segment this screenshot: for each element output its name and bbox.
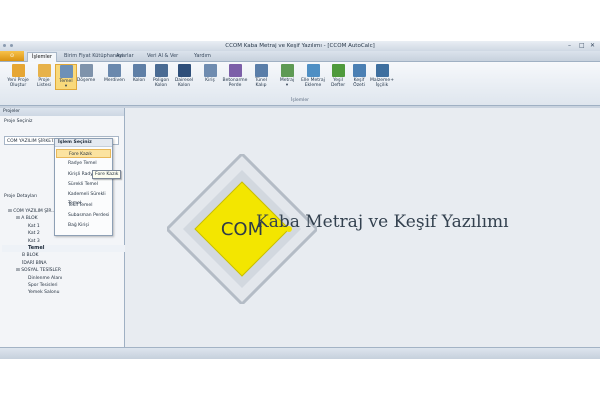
ribbon-button-label: Elle Metraj Ekleme: [301, 78, 325, 88]
ribbon-button-10[interactable]: Tünel Kalıp: [251, 64, 271, 88]
tunnel-form-icon: [254, 64, 268, 77]
ribbon-button-0[interactable]: Yeni Proje Oluştur: [4, 64, 32, 88]
ribbon-button-label: Kolon: [132, 78, 146, 83]
ribbon-button-9[interactable]: Betonarme Perde: [221, 64, 249, 88]
ribbon-button-label: Tünel Kalıp: [255, 78, 267, 88]
tree-item[interactable]: Kat 2: [2, 230, 40, 237]
ribbon-button-8[interactable]: Kiriş: [200, 64, 220, 83]
project-select-label: Proje Seçiniz: [4, 119, 33, 124]
window-title: CCOM Kaba Metraj ve Keşif Yazılımı - [CC…: [225, 43, 375, 49]
polygon-column-icon: [154, 64, 168, 77]
ribbon-button-label: Metraj ▾: [279, 78, 295, 88]
ribbon-button-label: Yeşil Defter: [330, 78, 346, 88]
stairs-icon: [107, 64, 121, 77]
menu-item[interactable]: Subasman Perdesi: [56, 211, 111, 220]
tree-item[interactable]: ⊟ SOSYAL TESİSLER: [2, 267, 61, 274]
menu-item[interactable]: Tekil Temel: [56, 201, 111, 210]
ribbon-button-label: Poligon Kolon: [152, 78, 170, 88]
tree-item[interactable]: Dinlenme Alanı: [2, 275, 62, 282]
panel-header: Projeler: [0, 108, 124, 116]
tree-item[interactable]: Kat 1: [2, 223, 40, 230]
tree-item[interactable]: ⊟ A BLOK: [2, 215, 38, 222]
material-labor-icon: [375, 64, 389, 77]
foundation-grid-icon: [59, 65, 73, 78]
menu-item[interactable]: Bağ Kirişi: [56, 221, 111, 230]
ribbon-button-13[interactable]: Yeşil Defter: [328, 64, 348, 88]
menu-item[interactable]: Sürekli Temel: [56, 180, 111, 189]
tab-veri-al-ver[interactable]: Veri Al & Ver: [143, 52, 182, 61]
ribbon-button-6[interactable]: Poligon Kolon: [151, 64, 171, 88]
estimate-summary-icon: [352, 64, 366, 77]
project-details-label: Proje Detayları: [4, 194, 38, 199]
ribbon-button-label: Yeni Proje Oluştur: [7, 78, 29, 88]
ribbon-button-12[interactable]: Elle Metraj Ekleme: [299, 64, 327, 88]
workspace: COM Kaba Metraj ve Keşif Yazılımı: [125, 108, 600, 358]
ribbon-tabs: ⊙ İşlemler Birim Fiyat Kütüphanesi Ayarlar…: [0, 51, 600, 62]
tree-item[interactable]: Spor Tesisleri: [2, 282, 58, 289]
ribbon-button-label: Temel ▾: [59, 79, 73, 89]
application-window: CCOM Kaba Metraj ve Keşif Yazılımı - [CC…: [0, 41, 600, 359]
close-button[interactable]: ✕: [590, 42, 595, 49]
slab-icon: [79, 64, 93, 77]
ribbon-button-label: Merdiven: [104, 78, 125, 83]
circle-column-icon: [177, 64, 191, 77]
ribbon-button-1[interactable]: Proje Listesi: [34, 64, 54, 88]
logo-text: Kaba Metraj ve Keşif Yazılımı: [256, 212, 509, 232]
ribbon-button-label: Proje Listesi: [36, 78, 52, 88]
column-icon: [132, 64, 146, 77]
ribbon-group-label: İşlemler: [291, 98, 309, 103]
tree-item[interactable]: İDARİ BİNA: [2, 260, 47, 267]
ribbon-button-4[interactable]: Merdiven: [104, 64, 125, 83]
ribbon-button-15[interactable]: Malzeme+ İşçilik: [368, 64, 396, 88]
ribbon-button-2[interactable]: Temel ▾: [55, 64, 77, 90]
ribbon-button-label: Döşeme: [76, 78, 96, 83]
tree-item[interactable]: Kat 3: [2, 238, 40, 245]
ribbon-button-3[interactable]: Döşeme: [76, 64, 96, 83]
minimize-button[interactable]: –: [568, 42, 571, 49]
tab-ayarlar[interactable]: Ayarlar: [112, 52, 138, 61]
maximize-button[interactable]: □: [579, 42, 585, 49]
tab-i-şlemler[interactable]: İşlemler: [27, 52, 57, 62]
ribbon-button-14[interactable]: Keşif Özeti: [349, 64, 369, 88]
folder-new-icon: [11, 64, 25, 77]
menu-header: İşlem Seçiniz: [55, 139, 112, 147]
menu-item[interactable]: Kademeli Sürekli Temel: [56, 190, 111, 206]
tree-item[interactable]: ⊟ COM YAZILIM ŞİR...: [2, 208, 56, 215]
ribbon-button-7[interactable]: Dairesel Kolon: [174, 64, 194, 88]
folder-open-icon: [37, 64, 51, 77]
tab-yardım[interactable]: Yardım: [190, 52, 215, 61]
menu-item[interactable]: Fore Kazık: [56, 149, 111, 158]
ribbon: Yeni Proje Oluştur Proje Listesi Temel ▾ Dö…: [0, 62, 600, 106]
shear-wall-icon: [228, 64, 242, 77]
ribbon-button-label: Kiriş: [205, 78, 215, 83]
green-book-icon: [331, 64, 345, 77]
title-bar: CCOM Kaba Metraj ve Keşif Yazılımı - [CC…: [0, 41, 600, 51]
ribbon-button-11[interactable]: Metraj ▾: [277, 64, 297, 88]
tooltip: Fore Kazık: [92, 170, 122, 179]
tree-item[interactable]: Yemek Salonu: [2, 289, 59, 296]
metraj-icon: [280, 64, 294, 77]
status-bar: [0, 347, 600, 359]
ribbon-button-label: Dairesel Kolon: [174, 78, 194, 88]
manual-metraj-icon: [306, 64, 320, 77]
foundation-dropdown-menu: İşlem Seçiniz Fore Kazık Radye Temel Kiriş…: [54, 138, 113, 236]
menu-item[interactable]: Radye Temel: [56, 159, 111, 168]
application-menu-button[interactable]: ⊙: [0, 51, 24, 61]
ribbon-button-5[interactable]: Kolon: [129, 64, 149, 83]
ribbon-button-label: Betonarme Perde: [222, 78, 248, 88]
beam-icon: [203, 64, 217, 77]
ribbon-button-label: Keşif Özeti: [353, 78, 365, 88]
ribbon-button-label: Malzeme+ İşçilik: [370, 78, 394, 88]
tree-item[interactable]: B BLOK: [2, 252, 38, 259]
